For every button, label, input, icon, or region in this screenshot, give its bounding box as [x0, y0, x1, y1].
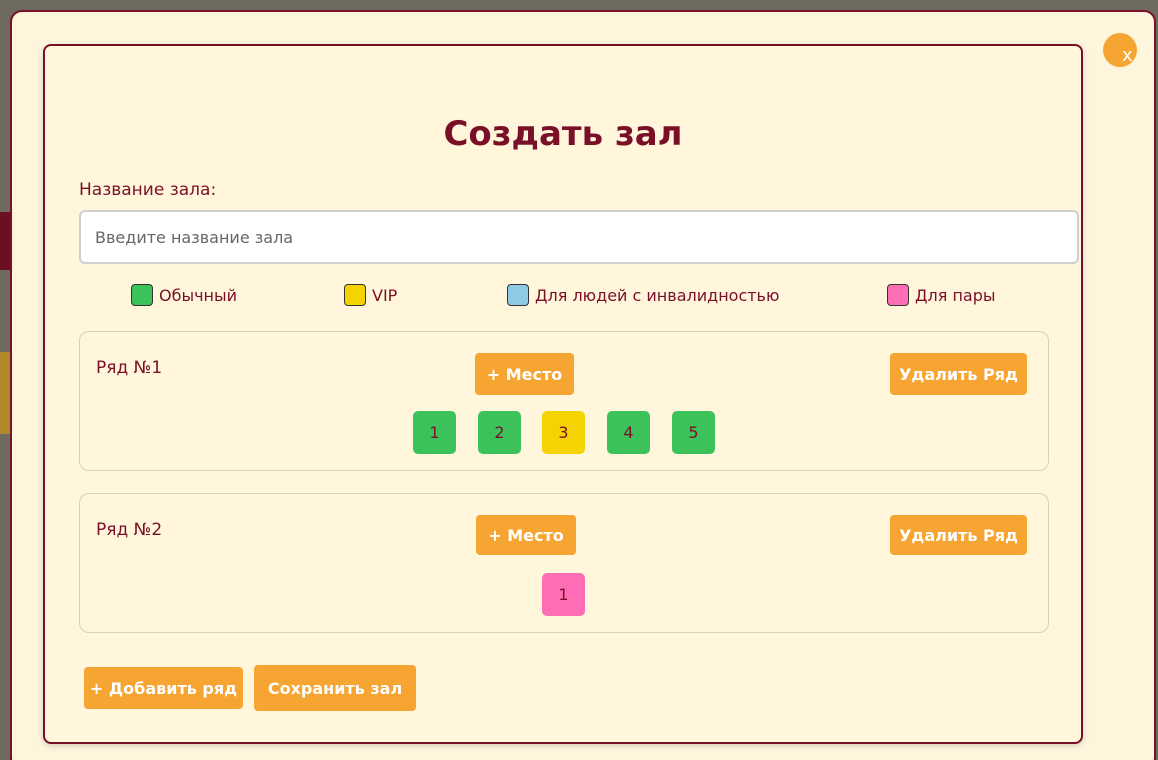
create-hall-form: Создать зал Название зала: Обычный VIP Д… — [43, 44, 1083, 744]
swatch-regular — [131, 284, 153, 306]
legend-item-vip: VIP — [344, 284, 397, 306]
seat[interactable]: 1 — [542, 573, 585, 616]
save-hall-button[interactable]: Сохранить зал — [254, 665, 416, 711]
legend-label: Для пары — [915, 285, 996, 305]
seat[interactable]: 5 — [672, 411, 715, 454]
seat[interactable]: 1 — [413, 411, 456, 454]
seat[interactable]: 2 — [478, 411, 521, 454]
swatch-accessible — [507, 284, 529, 306]
legend-item-couple: Для пары — [887, 284, 996, 306]
delete-row-button[interactable]: Удалить Ряд — [890, 515, 1027, 555]
add-row-button[interactable]: + Добавить ряд — [84, 667, 243, 709]
page-title: Создать зал — [443, 114, 683, 154]
row-label: Ряд №1 — [96, 358, 163, 378]
legend-label: VIP — [372, 285, 398, 305]
seat[interactable]: 4 — [607, 411, 650, 454]
close-modal-button[interactable]: x — [1103, 33, 1137, 67]
legend-label: Обычный — [159, 285, 238, 305]
delete-row-button[interactable]: Удалить Ряд — [890, 353, 1027, 395]
hall-name-input[interactable] — [79, 210, 1079, 264]
hall-name-label: Название зала: — [79, 180, 217, 200]
row-card: Ряд №2 + Место Удалить Ряд 1 — [79, 493, 1049, 633]
close-icon: x — [1122, 45, 1133, 66]
add-seat-button[interactable]: + Место — [475, 353, 574, 395]
swatch-couple — [887, 284, 909, 306]
row-label: Ряд №2 — [96, 520, 163, 540]
legend-label: Для людей с инвалидностью — [535, 285, 780, 305]
swatch-vip — [344, 284, 366, 306]
seat-type-legend: Обычный VIP Для людей с инвалидностью Дл… — [45, 284, 1081, 310]
legend-item-regular: Обычный — [131, 284, 237, 306]
seat[interactable]: 3 — [542, 411, 585, 454]
row-card: Ряд №1 + Место Удалить Ряд 1 2 3 4 5 — [79, 331, 1049, 471]
legend-item-accessible: Для людей с инвалидностью — [507, 284, 779, 306]
add-seat-button[interactable]: + Место — [476, 515, 576, 555]
